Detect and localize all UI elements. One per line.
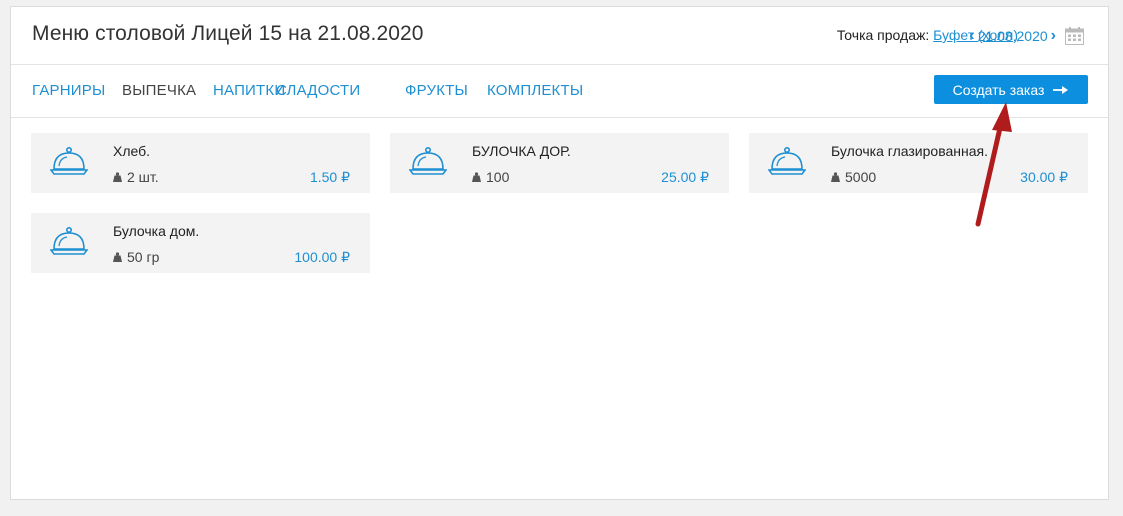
weight-icon bbox=[472, 172, 481, 182]
product-weight: 100 bbox=[472, 169, 509, 185]
tab-fruits[interactable]: ФРУКТЫ bbox=[405, 82, 468, 99]
arrow-right-icon bbox=[1053, 85, 1069, 94]
date-nav: ‹ 21.08.2020 › bbox=[966, 25, 1084, 47]
product-card[interactable]: БУЛОЧКА ДОР. 100 25.00 ₽ bbox=[390, 133, 729, 193]
create-order-label: Создать заказ bbox=[952, 81, 1045, 98]
product-weight-value: 5000 bbox=[845, 169, 877, 185]
header: Меню столовой Лицей 15 на 21.08.2020 Точ… bbox=[11, 7, 1108, 65]
tab-drinks[interactable]: НАПИТКИ bbox=[213, 82, 285, 99]
product-weight-value: 2 шт. bbox=[127, 169, 159, 185]
tab-sets[interactable]: КОМПЛЕКТЫ bbox=[487, 82, 583, 99]
cloche-icon bbox=[409, 146, 447, 175]
product-card[interactable]: Булочка глазированная. 5000 30.00 ₽ bbox=[749, 133, 1088, 193]
product-price: 1.50 ₽ bbox=[309, 169, 350, 185]
product-weight-value: 50 гр bbox=[127, 249, 160, 265]
product-name: Булочка дом. bbox=[113, 223, 200, 239]
calendar-icon[interactable] bbox=[1065, 27, 1084, 45]
product-name: БУЛОЧКА ДОР. bbox=[472, 143, 571, 159]
page-title: Меню столовой Лицей 15 на 21.08.2020 bbox=[32, 22, 424, 45]
product-price: 30.00 ₽ bbox=[1020, 169, 1068, 185]
product-price: 25.00 ₽ bbox=[661, 169, 709, 185]
cloche-icon bbox=[50, 146, 88, 175]
point-of-sale-label: Точка продаж: bbox=[836, 27, 930, 43]
product-name: Хлеб. bbox=[113, 143, 151, 159]
tab-pastry[interactable]: ВЫПЕЧКА bbox=[122, 82, 196, 99]
weight-icon bbox=[113, 252, 122, 262]
tab-sweets[interactable]: СЛАДОСТИ bbox=[276, 82, 360, 99]
product-weight: 50 гр bbox=[113, 249, 159, 265]
date-value: 21.08.2020 bbox=[977, 28, 1048, 44]
category-tabs: ГАРНИРЫ ВЫПЕЧКА НАПИТКИ СЛАДОСТИ ФРУКТЫ … bbox=[11, 65, 1108, 118]
create-order-button[interactable]: Создать заказ bbox=[934, 75, 1088, 104]
product-name: Булочка глазированная. bbox=[831, 143, 988, 159]
cloche-icon bbox=[768, 146, 806, 175]
chevron-right-icon[interactable]: › bbox=[1048, 27, 1059, 45]
product-weight: 2 шт. bbox=[113, 169, 159, 185]
product-price: 100.00 ₽ bbox=[294, 249, 350, 265]
cloche-icon bbox=[50, 226, 88, 255]
product-card[interactable]: Булочка дом. 50 гр 100.00 ₽ bbox=[31, 213, 370, 273]
product-weight-value: 100 bbox=[486, 169, 510, 185]
weight-icon bbox=[113, 172, 122, 182]
weight-icon bbox=[831, 172, 840, 182]
product-weight: 5000 bbox=[831, 169, 876, 185]
product-card[interactable]: Хлеб. 2 шт. 1.50 ₽ bbox=[31, 133, 370, 193]
tab-garnish[interactable]: ГАРНИРЫ bbox=[32, 82, 105, 99]
chevron-left-icon[interactable]: ‹ bbox=[966, 27, 977, 45]
